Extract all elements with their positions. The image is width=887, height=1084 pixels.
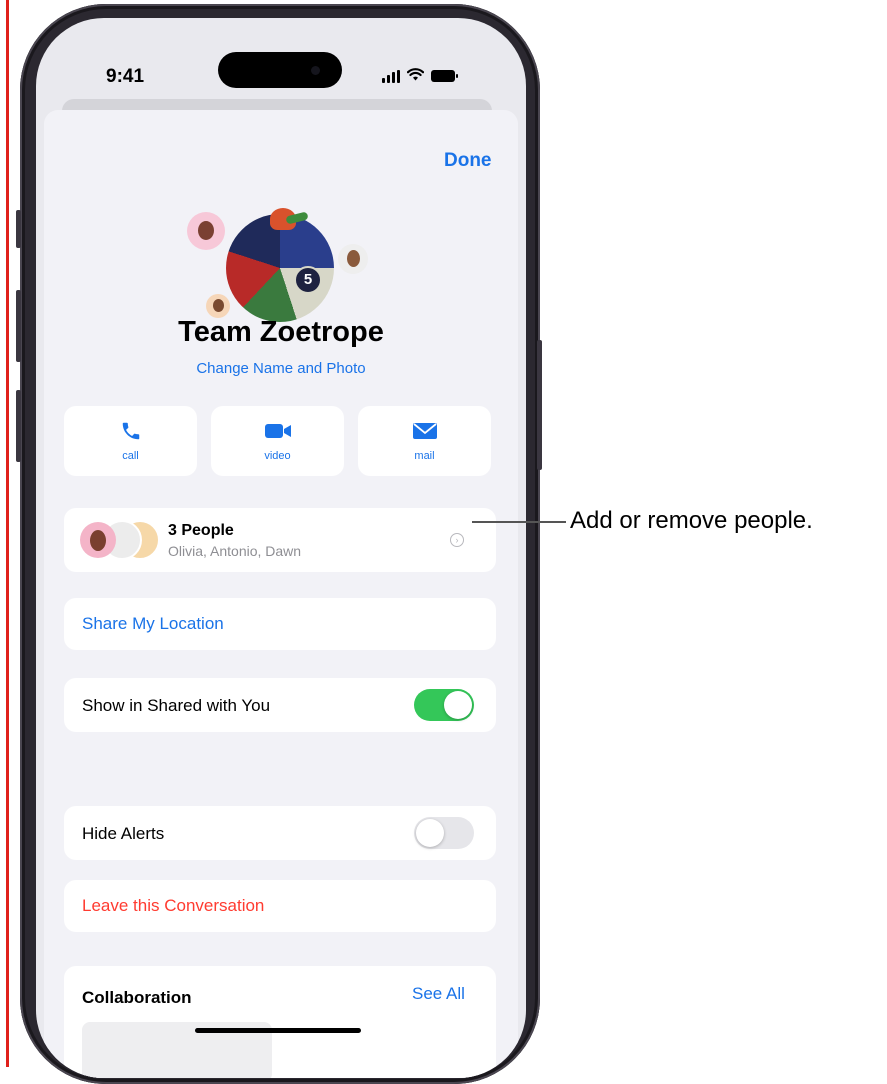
- member-avatar-dawn: [206, 294, 230, 318]
- share-location-row[interactable]: Share My Location: [64, 598, 496, 650]
- share-location-label: Share My Location: [82, 614, 224, 633]
- volume-up-button: [16, 290, 21, 362]
- change-name-photo-link[interactable]: Change Name and Photo: [36, 360, 526, 377]
- shared-with-you-toggle[interactable]: [414, 689, 474, 721]
- battery-icon: [431, 70, 458, 82]
- see-all-link[interactable]: See All: [412, 984, 465, 1004]
- callout-line: [472, 521, 566, 523]
- group-badge: 5: [294, 266, 322, 294]
- wifi-icon: [406, 68, 425, 84]
- side-button: [537, 340, 542, 470]
- people-count: 3 People: [168, 522, 234, 539]
- volume-down-button: [16, 390, 21, 462]
- hide-alerts-label: Hide Alerts: [82, 824, 165, 843]
- member-avatar-antonio: [338, 244, 368, 274]
- status-icons: [382, 68, 458, 84]
- video-label: video: [264, 450, 291, 462]
- envelope-icon: [412, 423, 437, 439]
- people-names: Olivia, Antonio, Dawn: [168, 543, 302, 559]
- group-photo[interactable]: 5: [226, 208, 334, 322]
- cellular-signal-icon: [382, 69, 400, 83]
- shared-with-you-row: Show in Shared with You: [64, 678, 496, 732]
- call-label: call: [122, 450, 139, 462]
- leave-conversation-row[interactable]: Leave this Conversation: [64, 880, 496, 932]
- front-camera: [311, 66, 320, 75]
- mail-button[interactable]: mail: [358, 406, 491, 476]
- member-avatar-olivia: [187, 212, 225, 250]
- call-button[interactable]: call: [64, 406, 197, 476]
- callout-text: Add or remove people.: [570, 507, 813, 534]
- hide-alerts-row: Hide Alerts: [64, 806, 496, 860]
- hide-alerts-toggle[interactable]: [414, 817, 474, 849]
- video-button[interactable]: video: [211, 406, 344, 476]
- chevron-right-icon[interactable]: ›: [450, 533, 464, 547]
- people-row[interactable]: 3 People Olivia, Antonio, Dawn ›: [64, 508, 496, 572]
- phone-screen: 9:41 Done 5 Team Zoetrope Change Name an…: [36, 18, 526, 1078]
- left-guide-line: [6, 0, 9, 1067]
- collaboration-title: Collaboration: [82, 988, 192, 1007]
- video-camera-icon: [264, 424, 291, 438]
- member-avatar-olivia: [80, 522, 116, 558]
- group-name: Team Zoetrope: [178, 316, 384, 348]
- action-button: [16, 210, 21, 248]
- done-button[interactable]: Done: [444, 150, 492, 172]
- phone-icon: [122, 422, 139, 440]
- shared-with-you-label: Show in Shared with You: [82, 696, 271, 715]
- mail-label: mail: [414, 450, 435, 462]
- home-indicator[interactable]: [195, 1028, 361, 1033]
- dynamic-island: [218, 52, 342, 88]
- collaboration-section: Collaboration See All: [64, 966, 496, 1078]
- status-time: 9:41: [106, 66, 145, 87]
- leave-conversation-label: Leave this Conversation: [82, 896, 265, 915]
